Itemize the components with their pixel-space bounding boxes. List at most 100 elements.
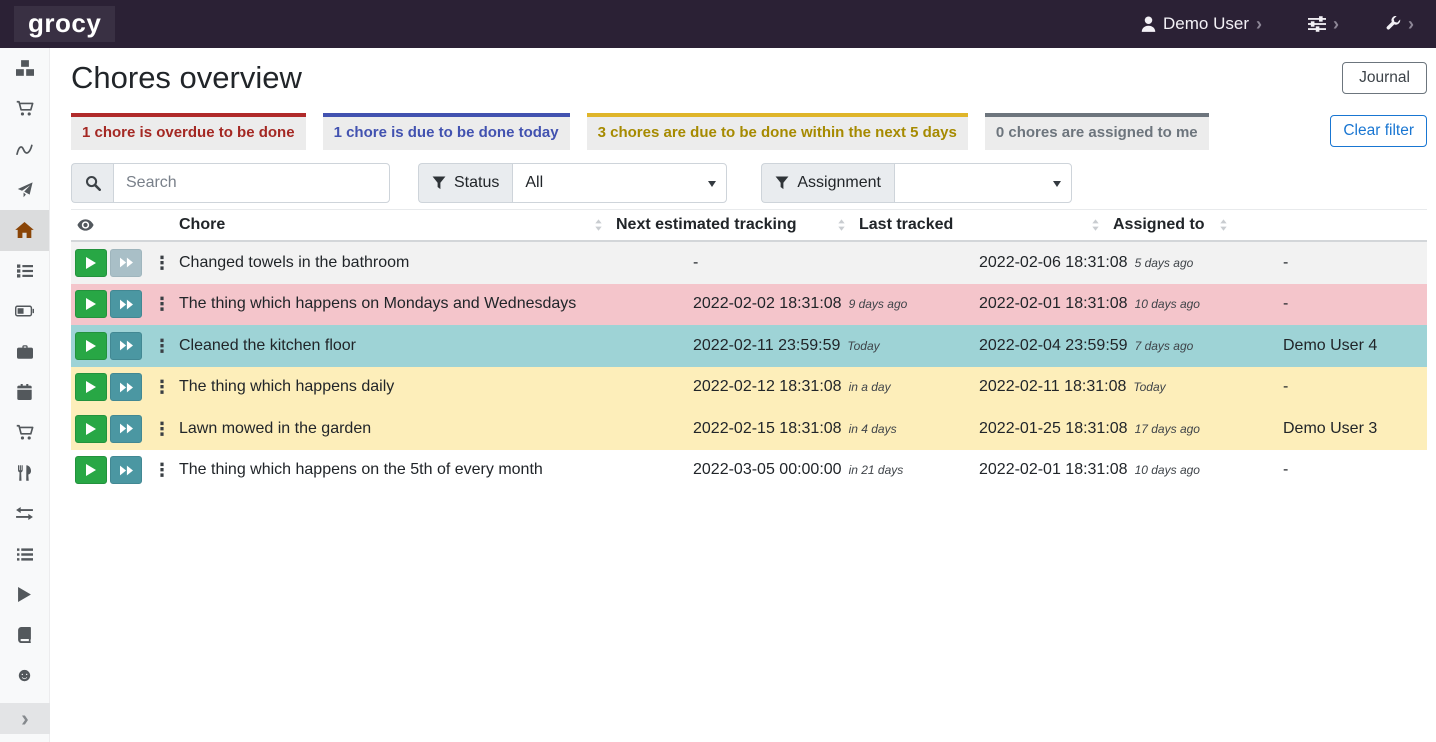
row-menu-button[interactable]: ⋮ — [153, 295, 171, 313]
sidebar-item-purchase[interactable] — [0, 413, 49, 454]
utensils-icon — [18, 465, 31, 481]
sidebar-item-stock-overview[interactable] — [0, 48, 49, 89]
last-tracked-time: 2022-01-25 18:31:08 — [979, 420, 1128, 437]
last-tracked-relative: 5 days ago — [1135, 256, 1194, 270]
search-addon — [71, 163, 113, 203]
top-navbar: grocy Demo User › › › — [0, 0, 1436, 48]
admin-menu[interactable]: › — [1379, 11, 1420, 37]
sidebar-item-transfer[interactable] — [0, 494, 49, 535]
sidebar-item-inventory[interactable] — [0, 534, 49, 575]
grocy-logo[interactable]: grocy — [14, 6, 115, 42]
table-row: ⋮ The thing which happens on Mondays and… — [71, 284, 1427, 326]
assigned-to: - — [1283, 254, 1288, 271]
skip-chore-button — [110, 249, 142, 277]
search-icon — [85, 175, 101, 191]
column-visibility-toggle[interactable] — [71, 219, 179, 231]
row-menu-button[interactable]: ⋮ — [153, 254, 171, 272]
play-icon — [86, 381, 96, 393]
header-next-estimated-tracking[interactable]: Next estimated tracking — [616, 210, 859, 240]
sidebar-item-battery-tracking[interactable] — [0, 615, 49, 656]
exchange-icon — [16, 507, 33, 520]
summary-card-assigned-to-me[interactable]: 0 chores are assigned to me — [985, 113, 1209, 150]
user-icon — [1141, 16, 1156, 32]
track-chore-button[interactable] — [75, 290, 107, 318]
sidebar-item-shopping-list[interactable] — [0, 89, 49, 130]
settings-menu[interactable]: › — [1302, 11, 1345, 37]
sort-icon — [1220, 219, 1227, 231]
next-tracking-relative: in 21 days — [849, 463, 904, 477]
briefcase-icon — [17, 345, 33, 359]
play-icon — [86, 464, 96, 476]
sidebar-item-tasks[interactable] — [0, 251, 49, 292]
search-input[interactable] — [113, 163, 390, 203]
chevron-right-icon: › — [1408, 15, 1414, 33]
header-chore[interactable]: Chore — [179, 210, 616, 240]
sidebar-item-meal-plan[interactable] — [0, 170, 49, 211]
chevron-right-icon: › — [1256, 15, 1262, 33]
table-row: ⋮ The thing which happens daily 2022-02-… — [71, 367, 1427, 409]
skip-chore-button[interactable] — [110, 456, 142, 484]
track-chore-button[interactable] — [75, 332, 107, 360]
skip-chore-button[interactable] — [110, 373, 142, 401]
smiley-icon: ☻ — [15, 666, 35, 685]
row-menu-button[interactable]: ⋮ — [153, 461, 171, 479]
table-header: Chore Next estimated tracking Last track… — [71, 209, 1427, 242]
skip-chore-button[interactable] — [110, 332, 142, 360]
header-assigned-to[interactable]: Assigned to — [1113, 210, 1241, 240]
assignment-select[interactable] — [894, 163, 1072, 203]
status-filter-label: Status — [418, 163, 512, 203]
status-select-value: All — [525, 174, 543, 192]
paper-plane-icon — [17, 182, 33, 198]
sidebar-item-chores-overview[interactable] — [0, 210, 49, 251]
track-chore-button[interactable] — [75, 249, 107, 277]
sidebar: ☻ › — [0, 48, 50, 742]
calendar-icon — [17, 384, 32, 400]
last-tracked-relative: Today — [1133, 380, 1165, 394]
journal-button[interactable]: Journal — [1342, 62, 1427, 94]
home-icon — [15, 222, 34, 238]
track-chore-button[interactable] — [75, 373, 107, 401]
status-select[interactable]: All — [512, 163, 727, 203]
track-chore-button[interactable] — [75, 415, 107, 443]
last-tracked-relative: 10 days ago — [1135, 463, 1200, 477]
play-icon — [86, 423, 96, 435]
summary-card-due-soon[interactable]: 3 chores are due to be done within the n… — [587, 113, 968, 150]
next-tracking-time: 2022-02-11 23:59:59 — [693, 337, 840, 354]
sidebar-item-chore-tracking[interactable] — [0, 575, 49, 616]
next-tracking-relative: in a day — [849, 380, 891, 394]
sidebar-item-batteries[interactable] — [0, 291, 49, 332]
skip-chore-button[interactable] — [110, 415, 142, 443]
row-menu-button[interactable]: ⋮ — [153, 420, 171, 438]
summary-card-due-today[interactable]: 1 chore is due to be done today — [323, 113, 570, 150]
play-icon — [86, 340, 96, 352]
last-tracked-time: 2022-02-06 18:31:08 — [979, 254, 1128, 271]
page-title: Chores overview — [71, 60, 1342, 96]
assigned-to: Demo User 4 — [1283, 337, 1377, 354]
boxes-icon — [16, 60, 34, 76]
sidebar-item-user[interactable]: ☻ — [0, 656, 49, 697]
fast-forward-icon — [120, 340, 133, 351]
skip-chore-button[interactable] — [110, 290, 142, 318]
sidebar-item-equipment[interactable] — [0, 332, 49, 373]
sidebar-item-calendar[interactable] — [0, 372, 49, 413]
assigned-to: - — [1283, 461, 1288, 478]
user-menu[interactable]: Demo User › — [1135, 10, 1268, 38]
sidebar-item-consume[interactable] — [0, 453, 49, 494]
fast-forward-icon — [120, 465, 133, 476]
clear-filter-button[interactable]: Clear filter — [1330, 115, 1427, 147]
row-menu-button[interactable]: ⋮ — [153, 378, 171, 396]
last-tracked-time: 2022-02-11 18:31:08 — [979, 378, 1126, 395]
last-tracked-time: 2022-02-01 18:31:08 — [979, 461, 1128, 478]
sidebar-expand-button[interactable]: › — [0, 703, 50, 734]
chevron-down-icon — [708, 181, 716, 187]
track-chore-button[interactable] — [75, 456, 107, 484]
summary-card-overdue[interactable]: 1 chore is overdue to be done — [71, 113, 306, 150]
next-tracking-time: 2022-02-02 18:31:08 — [693, 295, 842, 312]
row-menu-button[interactable]: ⋮ — [153, 337, 171, 355]
next-tracking-time: 2022-02-12 18:31:08 — [693, 378, 842, 395]
chore-name: The thing which happens on Mondays and W… — [179, 295, 576, 312]
fast-forward-icon — [120, 382, 133, 393]
sort-icon — [1092, 219, 1099, 231]
sidebar-item-recipes[interactable] — [0, 129, 49, 170]
header-last-tracked[interactable]: Last tracked — [859, 210, 1113, 240]
